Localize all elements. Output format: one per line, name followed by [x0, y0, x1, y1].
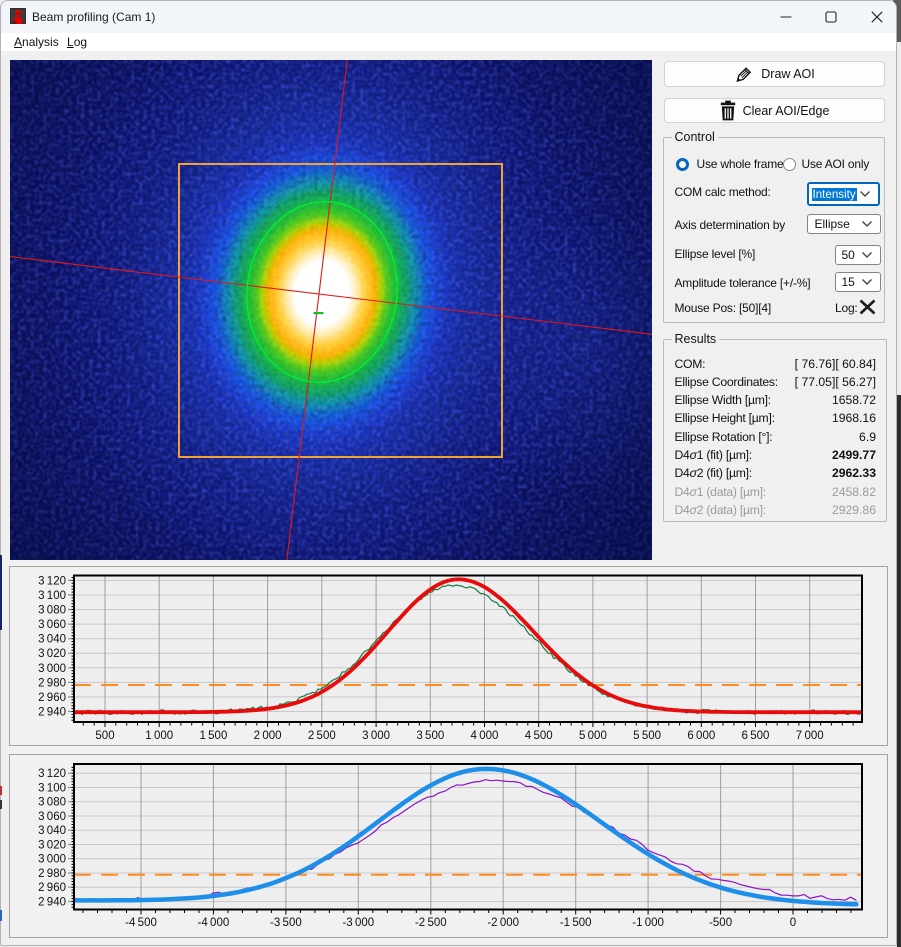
svg-text:-2 000: -2 000	[487, 917, 519, 929]
svg-text:3 000: 3 000	[38, 854, 66, 866]
svg-text:1 000: 1 000	[145, 730, 173, 742]
svg-text:5 000: 5 000	[579, 730, 607, 742]
svg-text:4 000: 4 000	[471, 730, 499, 742]
svg-text:3 040: 3 040	[38, 634, 66, 646]
svg-text:3 080: 3 080	[38, 797, 66, 809]
svg-text:2 960: 2 960	[38, 692, 66, 704]
svg-text:2 500: 2 500	[308, 730, 336, 742]
svg-text:3 060: 3 060	[38, 619, 66, 631]
svg-text:3 020: 3 020	[38, 840, 66, 852]
svg-text:2 940: 2 940	[38, 707, 66, 719]
svg-text:-1 000: -1 000	[632, 917, 664, 929]
svg-text:-1 500: -1 500	[560, 917, 592, 929]
svg-text:3 000: 3 000	[38, 663, 66, 675]
svg-text:-3 500: -3 500	[270, 917, 302, 929]
svg-text:1 500: 1 500	[199, 730, 227, 742]
svg-text:-4 500: -4 500	[125, 917, 157, 929]
svg-text:3 060: 3 060	[38, 811, 66, 823]
svg-text:0: 0	[790, 917, 796, 929]
svg-text:-4 000: -4 000	[198, 917, 230, 929]
svg-text:3 100: 3 100	[38, 590, 66, 602]
svg-text:2 980: 2 980	[38, 868, 66, 880]
svg-text:-3 000: -3 000	[342, 917, 374, 929]
svg-text:3 020: 3 020	[38, 648, 66, 660]
svg-text:3 120: 3 120	[38, 768, 66, 780]
svg-text:6 500: 6 500	[742, 730, 770, 742]
svg-text:7 000: 7 000	[796, 730, 824, 742]
svg-text:5 500: 5 500	[633, 730, 661, 742]
svg-text:3 120: 3 120	[38, 575, 66, 587]
svg-text:2 960: 2 960	[38, 882, 66, 894]
svg-text:500: 500	[95, 730, 114, 742]
svg-text:3 080: 3 080	[38, 605, 66, 617]
svg-text:2 000: 2 000	[254, 730, 282, 742]
svg-text:2 980: 2 980	[38, 677, 66, 689]
svg-text:3 000: 3 000	[362, 730, 390, 742]
svg-text:6 000: 6 000	[687, 730, 715, 742]
svg-text:4 500: 4 500	[525, 730, 553, 742]
svg-text:-500: -500	[709, 917, 732, 929]
svg-text:3 040: 3 040	[38, 825, 66, 837]
svg-text:-2 500: -2 500	[415, 917, 447, 929]
svg-text:3 100: 3 100	[38, 783, 66, 795]
svg-text:2 940: 2 940	[38, 897, 66, 909]
svg-text:3 500: 3 500	[416, 730, 444, 742]
